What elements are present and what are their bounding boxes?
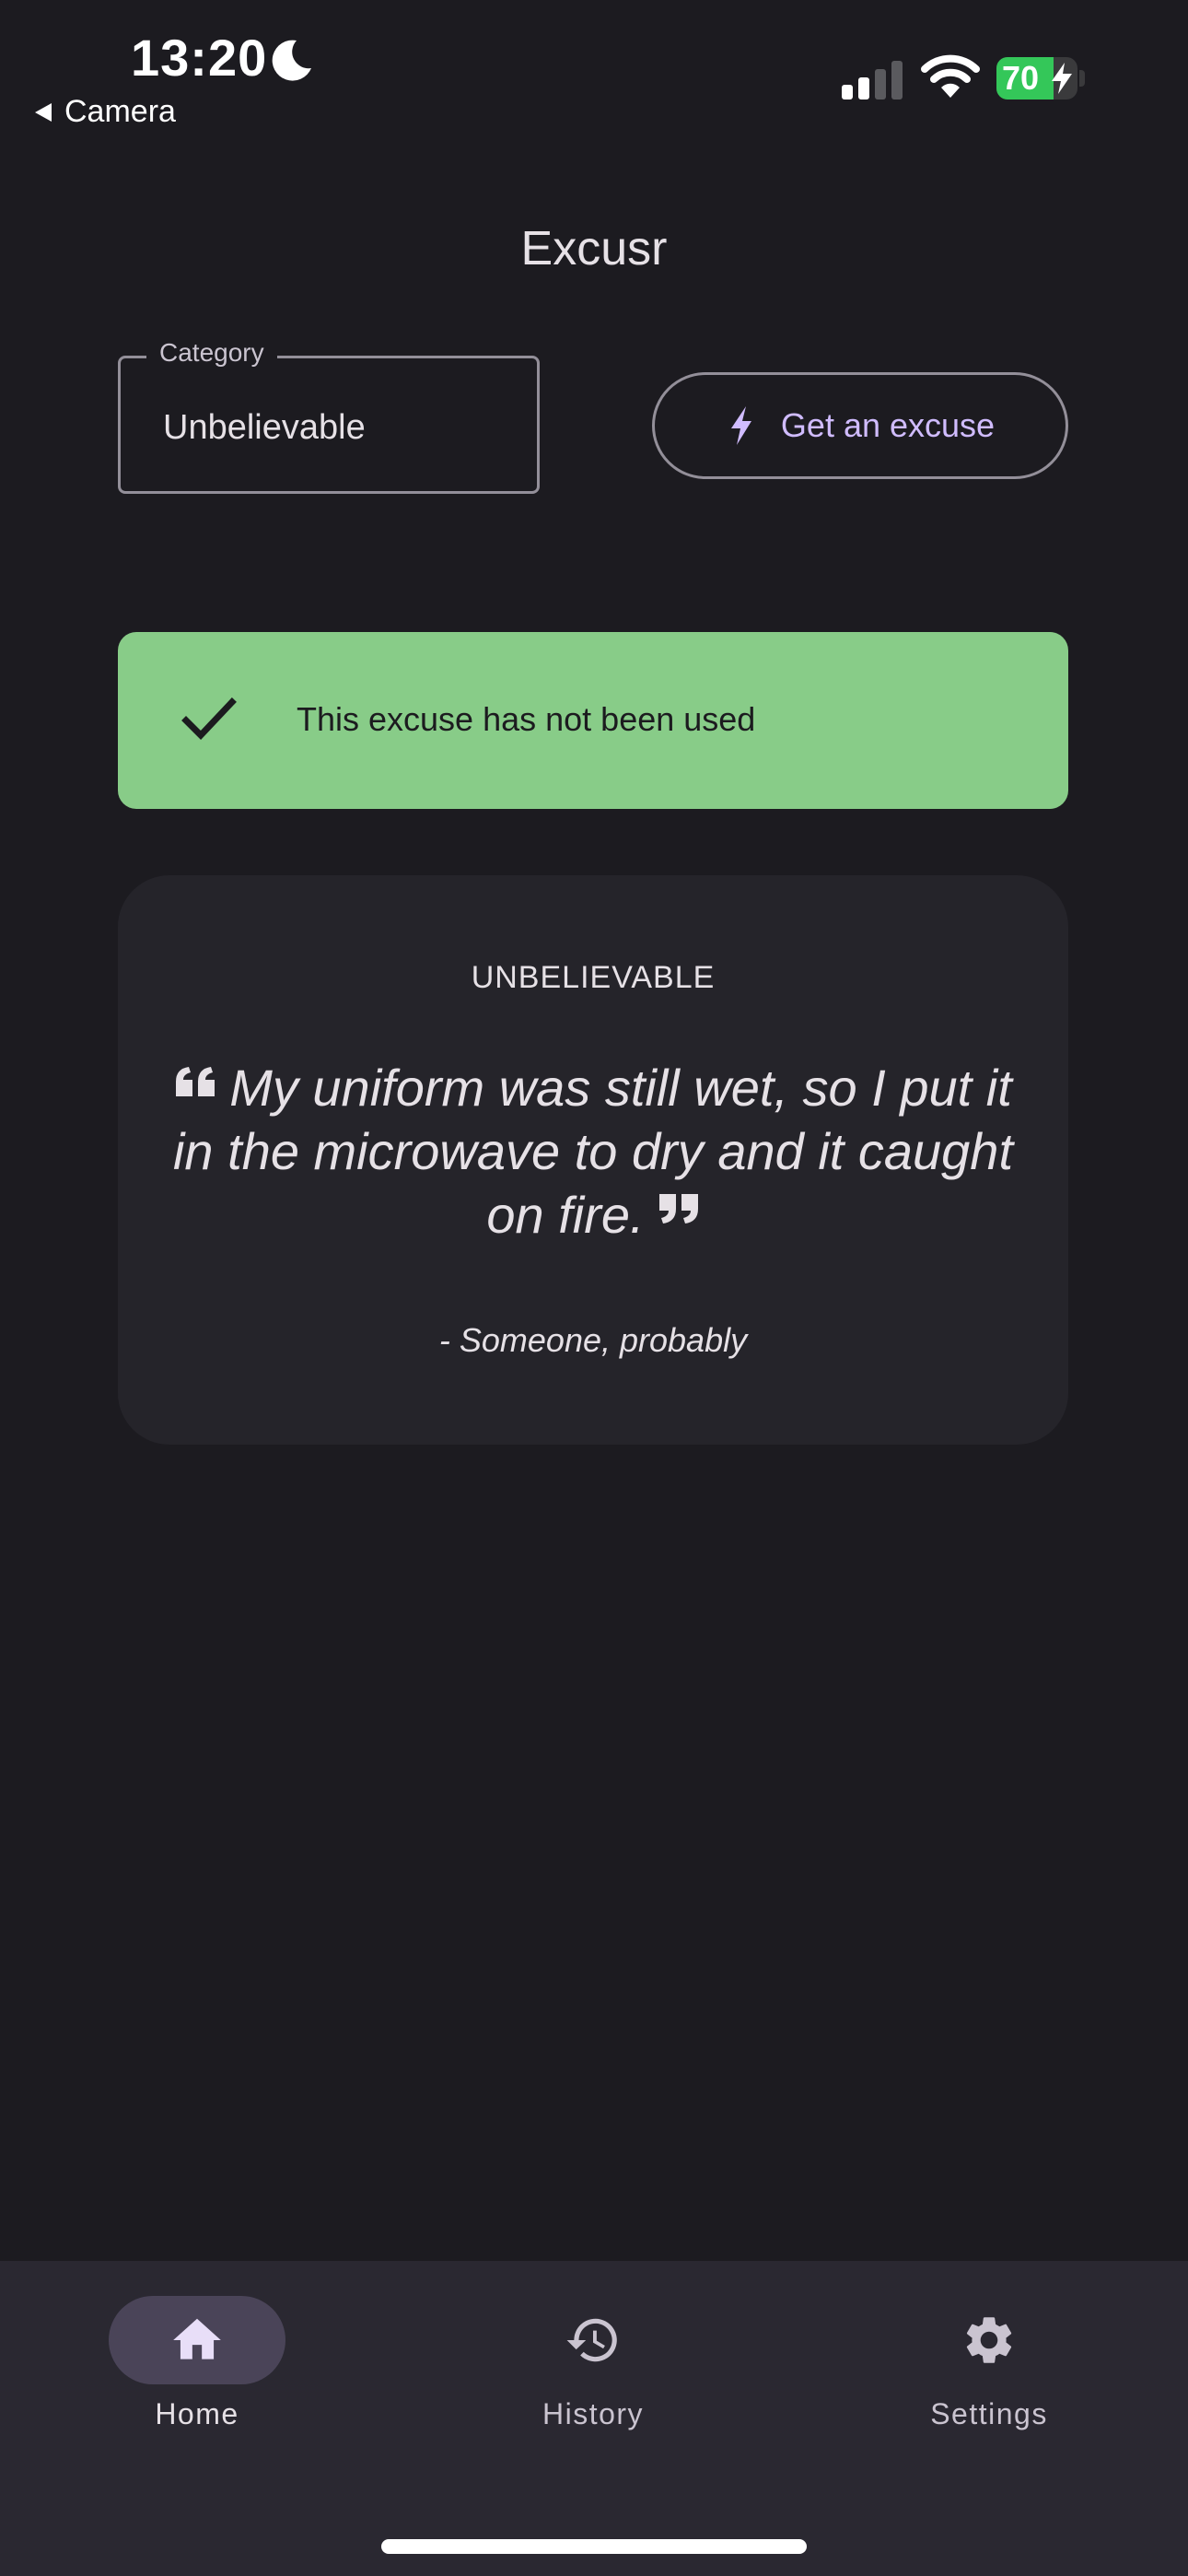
usage-status-banner: This excuse has not been used (118, 632, 1068, 809)
app-screen: 13:20 Camera 70 Excusr Category Unbeliev… (0, 0, 1188, 2576)
battery-indicator: 70 (996, 57, 1077, 100)
back-label: Camera (64, 94, 176, 129)
bottom-navigation: Home History Settings (0, 2261, 1188, 2576)
cellular-signal-icon (842, 61, 903, 100)
nav-item-settings[interactable]: Settings (879, 2296, 1100, 2431)
app-title: Excusr (520, 222, 668, 275)
excuse-attribution: - Someone, probably (438, 1321, 748, 1359)
back-to-camera-link[interactable]: Camera (33, 94, 176, 130)
gear-icon (966, 2317, 1012, 2363)
nav-active-indicator (109, 2296, 285, 2384)
nav-label-history: History (542, 2397, 645, 2430)
back-arrow-icon (35, 102, 52, 122)
charging-bolt-icon (1052, 63, 1072, 94)
excuse-quote: My uniform was still wet, so I put it in… (164, 1056, 1022, 1247)
nav-label-settings: Settings (930, 2397, 1048, 2430)
close-quote-icon (658, 1194, 698, 1224)
history-icon (566, 2318, 617, 2362)
get-excuse-label: Get an excuse (780, 406, 996, 444)
status-time: 13:20 (131, 29, 268, 87)
battery-nub (1079, 70, 1085, 87)
excuse-text: My uniform was still wet, so I put it in… (172, 1059, 1014, 1244)
nav-icon-container (901, 2296, 1077, 2384)
get-excuse-button[interactable]: Get an excuse (652, 372, 1068, 479)
category-value: Unbelievable (163, 408, 366, 447)
category-dropdown[interactable]: Category Unbelievable (118, 338, 540, 494)
bolt-icon (730, 406, 751, 445)
moon-icon (272, 40, 311, 81)
excuse-category-heading: UNBELIEVABLE (471, 960, 716, 995)
nav-icon-container (505, 2296, 681, 2384)
home-indicator[interactable] (381, 2539, 807, 2554)
nav-item-history[interactable]: History (483, 2296, 704, 2431)
nav-item-home[interactable]: Home (87, 2296, 308, 2431)
check-icon (181, 697, 237, 741)
open-quote-icon (176, 1067, 215, 1096)
usage-status-text: This excuse has not been used (297, 700, 756, 738)
battery-percent: 70 (1002, 59, 1040, 97)
nav-label-home: Home (155, 2397, 239, 2430)
home-icon (173, 2318, 221, 2359)
category-label: Category (146, 338, 277, 368)
wifi-icon (921, 54, 980, 98)
excuse-card: UNBELIEVABLE My uniform was still wet, s… (118, 875, 1068, 1445)
